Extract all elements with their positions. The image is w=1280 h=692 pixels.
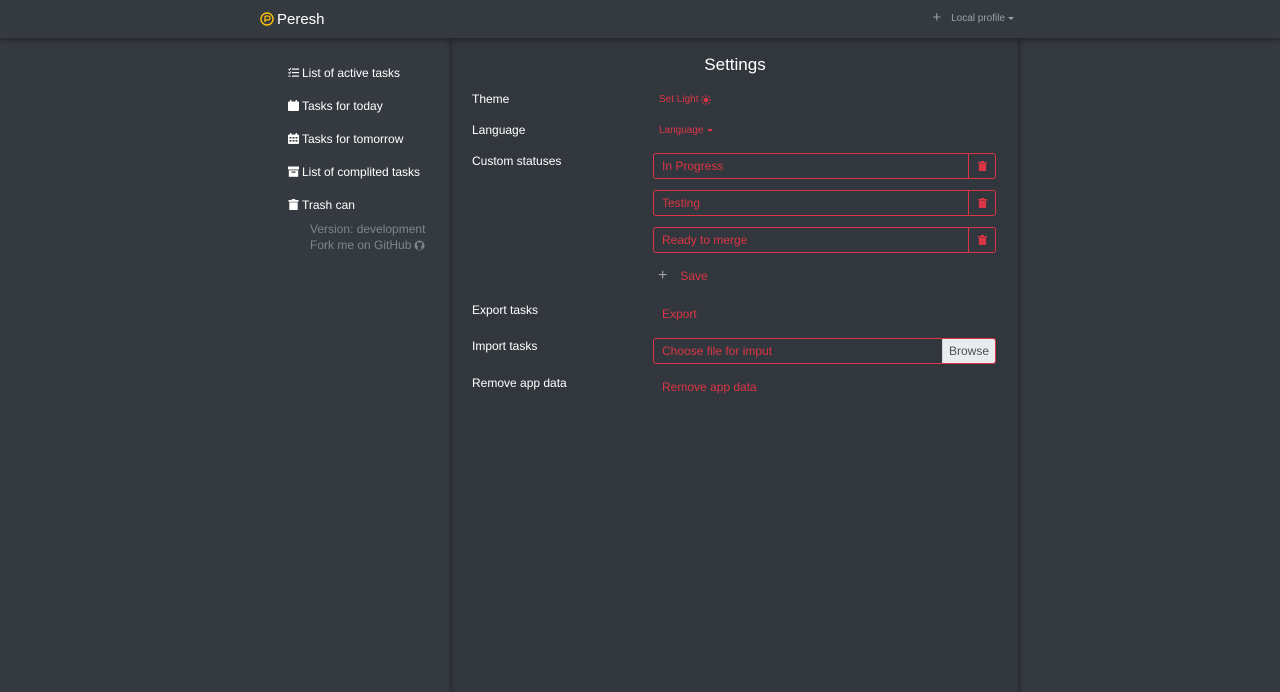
custom-statuses-label: Custom statuses xyxy=(472,154,562,168)
set-light-label: Set Light xyxy=(659,94,699,105)
github-link-label: Fork me on GitHub xyxy=(310,238,412,252)
export-button[interactable]: Export xyxy=(662,307,697,321)
status-item xyxy=(653,227,996,253)
brand-logo-icon xyxy=(260,12,274,26)
add-status-icon[interactable]: + xyxy=(658,268,667,284)
calendar-grid-icon xyxy=(288,133,299,144)
theme-label: Theme xyxy=(472,92,510,106)
delete-status-button[interactable] xyxy=(968,228,995,252)
set-light-button[interactable]: Set Light xyxy=(659,94,712,105)
import-tasks-label: Import tasks xyxy=(472,339,538,353)
sidebar-item-completed[interactable]: List of complited tasks xyxy=(288,163,448,180)
github-icon xyxy=(414,240,425,250)
status-input[interactable] xyxy=(654,154,968,178)
archive-icon xyxy=(288,166,299,177)
trash-icon xyxy=(977,235,987,245)
chevron-down-icon xyxy=(1008,16,1014,20)
sidebar-item-label: Tasks for today xyxy=(302,98,383,113)
file-input-placeholder: Choose file for imput xyxy=(662,344,773,358)
list-check-icon xyxy=(288,67,299,77)
language-label: Language xyxy=(472,123,526,137)
plus-icon[interactable]: + xyxy=(932,10,941,25)
trash-icon xyxy=(977,161,987,171)
language-dropdown[interactable]: Language xyxy=(659,125,713,136)
calendar-icon xyxy=(288,100,299,111)
language-dropdown-label: Language xyxy=(659,125,704,136)
sidebar-item-today[interactable]: Tasks for today xyxy=(288,97,448,114)
trash-icon xyxy=(977,198,987,208)
delete-status-button[interactable] xyxy=(968,191,995,215)
github-link[interactable]: Fork me on GitHub xyxy=(310,237,448,253)
status-input[interactable] xyxy=(654,228,968,252)
remove-app-data-label: Remove app data xyxy=(472,376,567,390)
save-statuses-button[interactable]: Save xyxy=(680,269,707,283)
top-navbar: Peresh + Local profile xyxy=(0,0,1280,38)
sidebar-item-label: Trash can xyxy=(302,197,355,212)
delete-status-button[interactable] xyxy=(968,154,995,178)
sidebar: List of active tasks Tasks for today Tas… xyxy=(288,64,448,253)
sidebar-item-tomorrow[interactable]: Tasks for tomorrow xyxy=(288,130,448,147)
browse-button[interactable]: Browse xyxy=(942,339,995,363)
profile-dropdown[interactable]: Local profile xyxy=(951,13,1014,24)
sidebar-item-label: List of active tasks xyxy=(302,65,401,80)
status-item xyxy=(653,190,996,216)
status-item xyxy=(653,153,996,179)
remove-app-data-button[interactable]: Remove app data xyxy=(662,380,757,394)
profile-label: Local profile xyxy=(951,12,1005,24)
status-input[interactable] xyxy=(654,191,968,215)
brand[interactable]: Peresh xyxy=(260,10,325,28)
import-file-input[interactable]: Choose file for imput Browse xyxy=(653,338,996,364)
sun-icon xyxy=(701,94,712,105)
sidebar-item-trash[interactable]: Trash can xyxy=(288,196,448,213)
chevron-down-icon xyxy=(706,129,713,132)
version-text: Version: development xyxy=(310,222,426,236)
trash-icon xyxy=(288,199,299,210)
sidebar-item-label: Tasks for tomorrow xyxy=(302,131,404,146)
settings-panel: Settings Theme Set Light Language Langua… xyxy=(452,38,1018,692)
sidebar-item-label: List of complited tasks xyxy=(302,164,421,179)
page-title: Settings xyxy=(704,55,766,74)
brand-name: Peresh xyxy=(277,10,325,28)
export-tasks-label: Export tasks xyxy=(472,303,539,317)
sidebar-item-active-tasks[interactable]: List of active tasks xyxy=(288,64,448,81)
